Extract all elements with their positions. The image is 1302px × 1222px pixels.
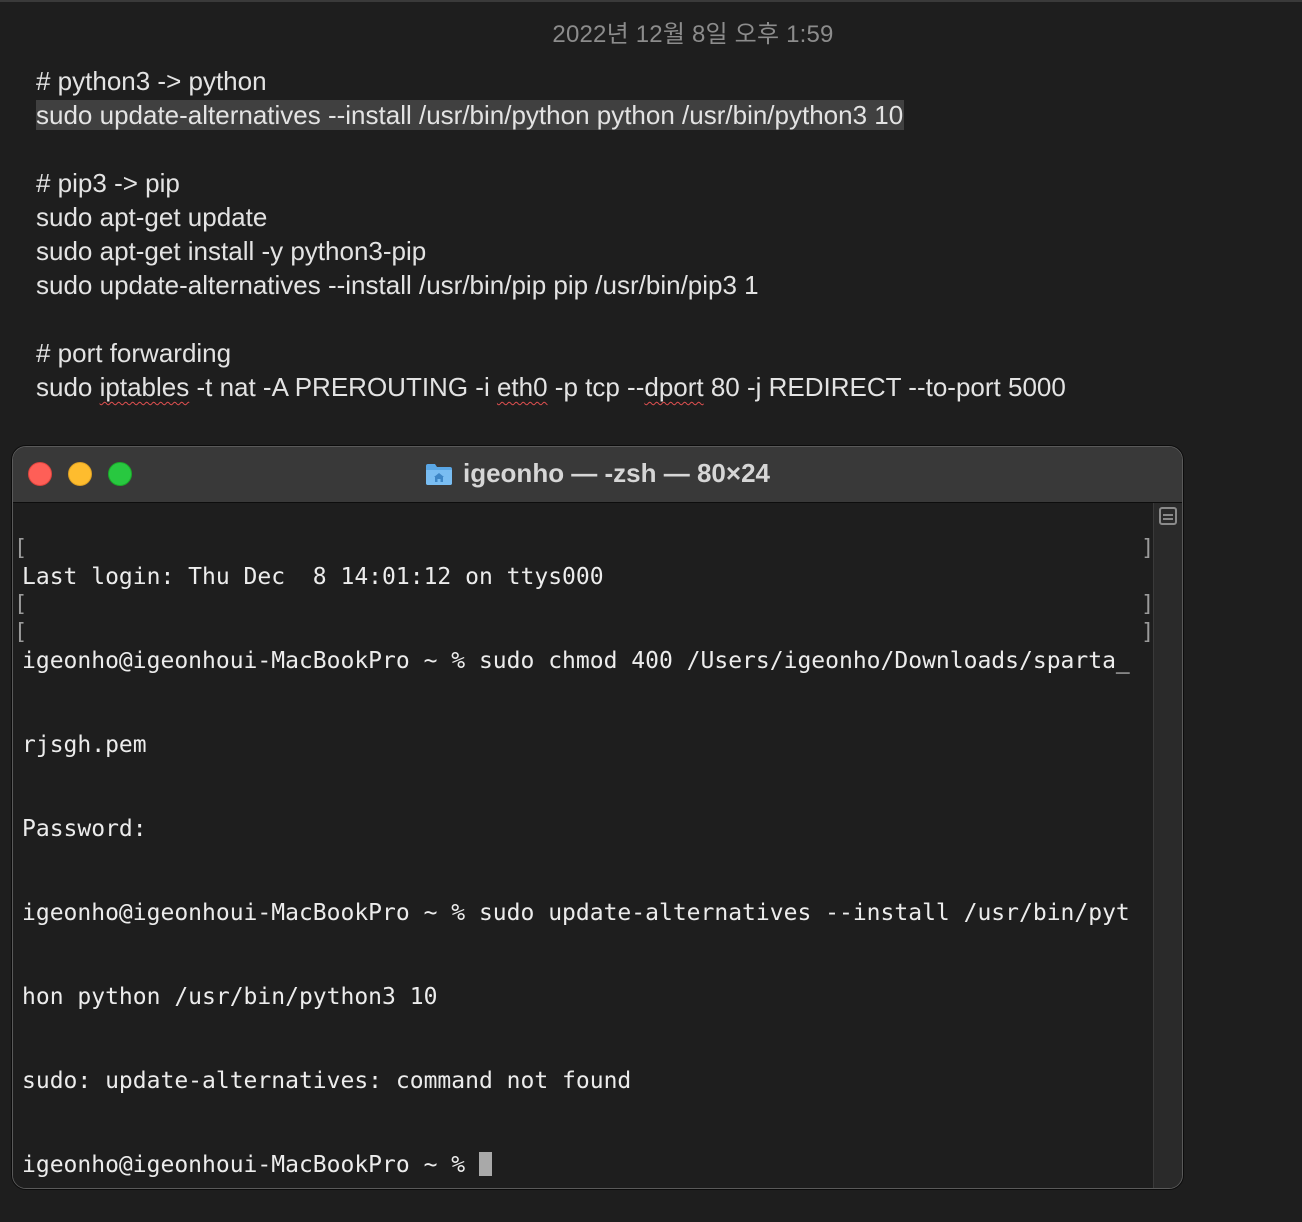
note-line: # port forwarding (36, 338, 232, 368)
text-segment: -p tcp -- (547, 372, 645, 402)
terminal-content[interactable]: [ ] [ ] [ ] Last login: Thu Dec 8 14:01:… (13, 503, 1154, 1188)
text-segment: 80 -j REDIRECT --to-port 5000 (703, 372, 1066, 402)
home-folder-icon (425, 461, 453, 485)
terminal-title: igeonho — -zsh — 80×24 (13, 457, 1182, 489)
note-line: sudo apt-get update (36, 202, 268, 232)
terminal-prompt: igeonho@igeonhoui-MacBookPro ~ % (22, 1152, 479, 1178)
terminal-cursor (478, 1152, 492, 1176)
terminal-prompt-line: igeonho@igeonhoui-MacBookPro ~ % (22, 1151, 1130, 1179)
terminal-line: sudo: update-alternatives: command not f… (22, 1068, 632, 1094)
note-date: 2022년 12월 8일 오후 1:59 (552, 21, 834, 48)
misspelled-word: dport (644, 372, 704, 402)
terminal-line: igeonho@igeonhoui-MacBookPro ~ % sudo up… (22, 900, 1130, 926)
text-segment: sudo (36, 372, 100, 402)
scroll-marks-icon[interactable] (1159, 507, 1177, 525)
selected-text: sudo update-alternatives --install /usr/… (36, 100, 905, 130)
note-body[interactable]: # python3 -> python sudo update-alternat… (36, 64, 1276, 404)
terminal-line: igeonho@igeonhoui-MacBookPro ~ % sudo ch… (22, 648, 1130, 674)
misspelled-word: iptables (99, 372, 190, 402)
note-line-blank (36, 302, 1276, 336)
terminal-line: Password: (22, 816, 147, 842)
terminal-titlebar[interactable]: igeonho — -zsh — 80×24 (13, 447, 1182, 503)
note-line-iptables: sudo iptables -t nat -A PREROUTING -i et… (36, 370, 1276, 404)
terminal-scrollbar[interactable] (1153, 503, 1182, 1188)
screen: 2022년 12월 8일 오후 1:59 # python3 -> python… (0, 0, 1302, 1222)
top-edge (0, 0, 1302, 2)
note-line-highlighted: sudo update-alternatives --install /usr/… (36, 98, 1276, 132)
note-line: sudo apt-get install -y python3-pip (36, 236, 427, 266)
terminal-window: igeonho — -zsh — 80×24 [ ] [ ] [ ] Last … (12, 446, 1183, 1189)
terminal-output: Last login: Thu Dec 8 14:01:12 on ttys00… (22, 507, 1130, 1188)
note-line: # pip3 -> pip (36, 168, 180, 198)
terminal-line: rjsgh.pem (22, 732, 147, 758)
terminal-line: Last login: Thu Dec 8 14:01:12 on ttys00… (22, 564, 604, 590)
note-line: # python3 -> python (36, 66, 267, 96)
terminal-title-text: igeonho — -zsh — 80×24 (462, 458, 770, 488)
note-line-blank (36, 132, 1276, 166)
text-segment: -t nat -A PREROUTING -i (189, 372, 497, 402)
terminal-line: hon python /usr/bin/python3 10 (22, 984, 438, 1010)
misspelled-word: eth0 (496, 372, 548, 402)
note-line: sudo update-alternatives --install /usr/… (36, 270, 759, 300)
